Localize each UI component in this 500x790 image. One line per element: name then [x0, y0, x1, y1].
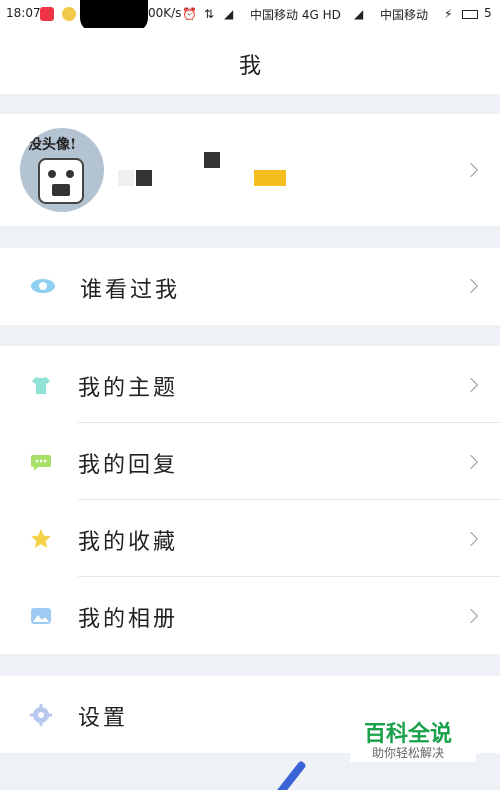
emoji-notification-icon [62, 7, 76, 21]
my-topics-row[interactable]: 我的主题 [0, 346, 500, 423]
username-mosaic [136, 170, 152, 186]
avatar-face-icon [38, 158, 84, 204]
watermark: 百科全说 助你轻松解决 [350, 712, 476, 762]
watermark-subtitle: 助你轻松解决 [372, 746, 445, 760]
chevron-right-icon [463, 608, 479, 624]
my-album-label: 我的相册 [78, 607, 179, 632]
chevron-right-icon [463, 278, 479, 294]
chevron-right-icon [463, 454, 479, 470]
header: 我 [0, 28, 500, 94]
username-mosaic [204, 152, 220, 168]
my-favorites-row[interactable]: 我的收藏 [0, 500, 500, 577]
gear-icon [30, 704, 52, 726]
star-icon [31, 529, 51, 548]
my-replies-label: 我的回复 [78, 453, 179, 478]
avatar-caption: 没头像! [28, 137, 77, 153]
app-notification-icon [40, 7, 54, 21]
status-time: 18:07 [6, 6, 41, 20]
battery-icon [462, 10, 478, 19]
pen-stroke [273, 760, 307, 790]
my-replies-row[interactable]: 我的回复 [0, 423, 500, 500]
my-topics-label: 我的主题 [78, 376, 179, 401]
chevron-right-icon [463, 162, 479, 178]
data-transfer-icon: ⇅ [204, 7, 215, 21]
my-album-row[interactable]: 我的相册 [0, 577, 500, 654]
username-mosaic [118, 170, 134, 186]
alarm-icon: ⏰ [182, 7, 197, 21]
page-title: 我 [238, 54, 261, 79]
shirt-icon [32, 377, 50, 394]
eye-icon [31, 279, 55, 293]
menu-group: 我的主题 我的回复 我的收藏 我的相册 [0, 346, 500, 654]
settings-label: 设置 [78, 706, 129, 731]
carrier-1: 中国移动 4G HD [250, 8, 341, 22]
network-speed: 00K/s [148, 6, 182, 20]
chevron-right-icon [463, 377, 479, 393]
chat-icon [31, 455, 51, 471]
my-favorites-label: 我的收藏 [78, 530, 179, 555]
status-bar: 18:07 00K/s ⏰ ⇅ ◢ 中国移动 4G HD ◢ 中国移动 ⚡ 5 [0, 0, 500, 32]
avatar[interactable]: 没头像! [20, 128, 104, 212]
profile-card[interactable]: 没头像! [0, 114, 500, 226]
who-viewed-me-label: 谁看过我 [80, 278, 181, 303]
charging-icon: ⚡ [444, 7, 453, 21]
battery-level: 5 [484, 6, 492, 20]
chevron-right-icon [463, 531, 479, 547]
signal-icon-2: ◢ [354, 7, 364, 21]
signal-icon: ◢ [224, 7, 234, 21]
who-viewed-me-row[interactable]: 谁看过我 [0, 248, 500, 325]
carrier-2: 中国移动 [380, 8, 429, 22]
photo-icon [31, 608, 51, 624]
level-badge-mosaic [254, 170, 286, 186]
